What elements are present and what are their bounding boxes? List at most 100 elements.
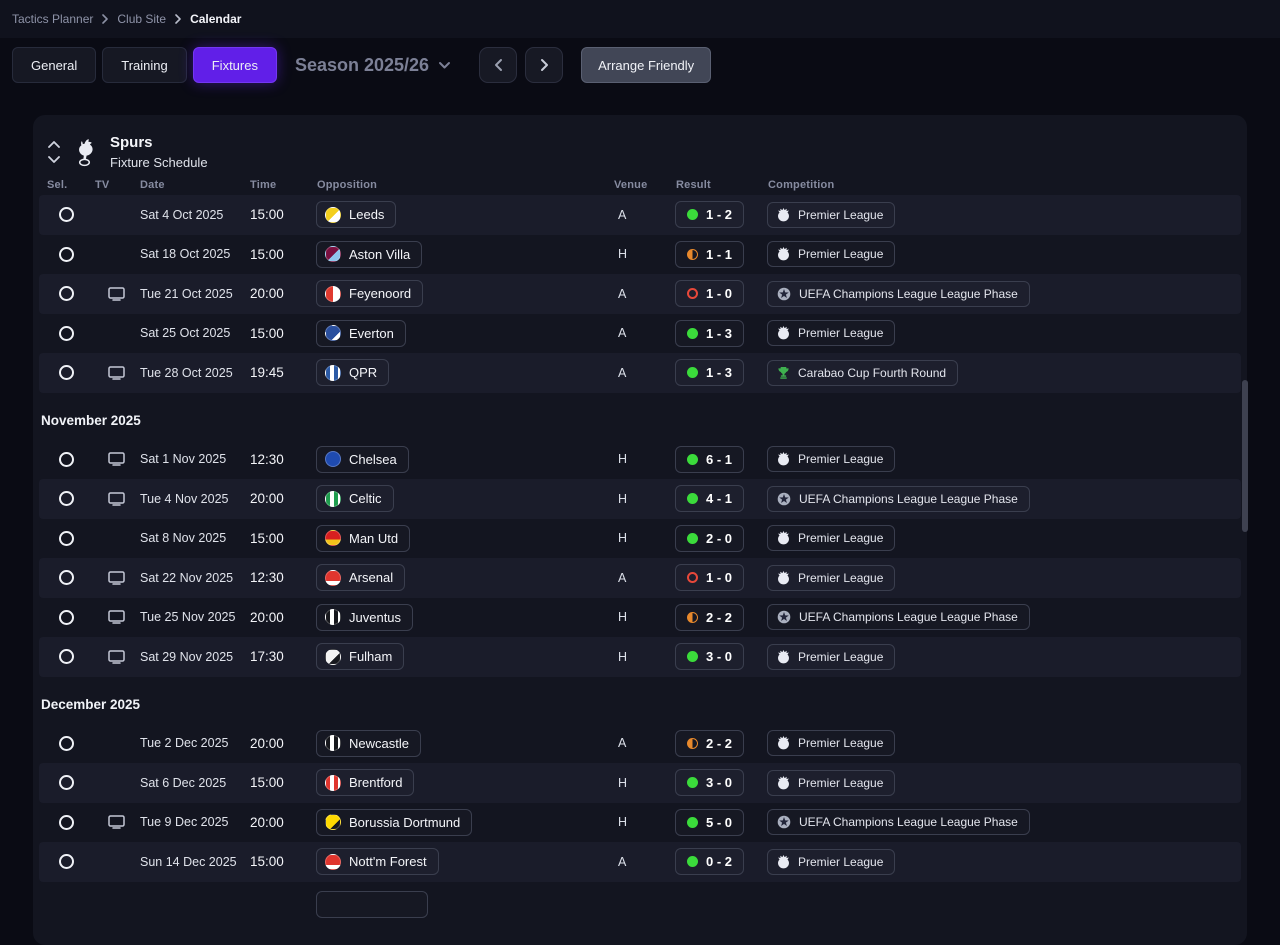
select-radio[interactable]: [59, 246, 74, 262]
collapse-down-icon[interactable]: [48, 156, 60, 163]
fixture-row[interactable]: Sun 14 Dec 2025 15:00 Nott'm Forest A 0 …: [39, 842, 1241, 882]
result-indicator: [687, 777, 698, 789]
opposition-pill[interactable]: Brentford: [316, 769, 415, 797]
select-radio[interactable]: [59, 609, 74, 625]
competition-pill[interactable]: Premier League: [767, 730, 896, 757]
result-pill[interactable]: 1 - 0: [675, 564, 745, 592]
opposition-label: Borussia Dortmund: [349, 814, 461, 830]
fixture-row[interactable]: Tue 4 Nov 2025 20:00 Celtic H 4 - 1 UEFA…: [39, 479, 1241, 519]
select-radio[interactable]: [59, 286, 74, 302]
fixture-row[interactable]: Sat 25 Oct 2025 15:00 Everton A 1 - 3 Pr…: [39, 314, 1241, 354]
fixture-row[interactable]: Sat 22 Nov 2025 12:30 Arsenal A 1 - 0 Pr…: [39, 558, 1241, 598]
select-radio[interactable]: [59, 854, 74, 870]
fixture-row[interactable]: Tue 25 Nov 2025 20:00 Juventus H 2 - 2 U…: [39, 598, 1241, 638]
fixture-row[interactable]: Sat 29 Nov 2025 17:30 Fulham H 3 - 0 Pre…: [39, 637, 1241, 677]
opposition-pill[interactable]: Nott'm Forest: [316, 848, 439, 876]
competition-pill[interactable]: Premier League: [767, 446, 896, 473]
select-radio[interactable]: [59, 814, 74, 830]
result-pill[interactable]: 2 - 2: [675, 729, 745, 757]
fixture-row[interactable]: Tue 21 Oct 2025 20:00 Feyenoord A 1 - 0 …: [39, 274, 1241, 314]
result-pill[interactable]: 2 - 2: [675, 603, 745, 631]
next-button[interactable]: [525, 47, 564, 83]
tab-general[interactable]: General: [12, 47, 97, 83]
breadcrumb-item-club-site[interactable]: Club Site: [117, 12, 166, 26]
result-indicator: [687, 816, 698, 828]
opposition-pill[interactable]: Man Utd: [316, 524, 411, 552]
fixture-row[interactable]: Sat 8 Nov 2025 15:00 Man Utd H 2 - 0 Pre…: [39, 519, 1241, 559]
result-pill[interactable]: 1 - 0: [675, 280, 745, 308]
season-selector[interactable]: Season 2025/26: [295, 55, 451, 76]
opposition-pill[interactable]: Newcastle: [316, 729, 421, 757]
result-pill[interactable]: 5 - 0: [675, 808, 745, 836]
competition-pill[interactable]: Premier League: [767, 769, 896, 796]
competition-pill[interactable]: Premier League: [767, 848, 896, 875]
select-radio[interactable]: [59, 649, 74, 665]
opposition-pill[interactable]: QPR: [316, 359, 390, 387]
opposition-pill[interactable]: Arsenal: [316, 564, 406, 592]
result-pill[interactable]: 6 - 1: [675, 445, 745, 473]
competition-pill[interactable]: UEFA Champions League League Phase: [767, 604, 1030, 631]
opposition-pill[interactable]: Fulham: [316, 643, 405, 671]
select-radio[interactable]: [59, 735, 74, 751]
opposition-pill[interactable]: Chelsea: [316, 445, 409, 473]
opposition-pill[interactable]: Everton: [316, 319, 406, 347]
tab-fixtures[interactable]: Fixtures: [192, 47, 277, 83]
collapse-up-icon[interactable]: [48, 141, 60, 148]
opposition-pill[interactable]: Celtic: [316, 485, 394, 513]
competition-pill[interactable]: UEFA Champions League League Phase: [767, 485, 1030, 512]
fixture-time: 12:30: [250, 451, 284, 467]
competition-pill[interactable]: Premier League: [767, 320, 896, 347]
select-radio[interactable]: [59, 530, 74, 546]
competition-pill[interactable]: Premier League: [767, 643, 896, 670]
competition-pill[interactable]: Premier League: [767, 241, 896, 268]
opposition-pill[interactable]: Aston Villa: [316, 240, 423, 268]
opposition-pill[interactable]: Juventus: [316, 603, 414, 631]
result-pill[interactable]: 1 - 3: [675, 319, 745, 347]
select-radio[interactable]: [59, 570, 74, 586]
fixture-date: Sat 8 Nov 2025: [140, 531, 227, 546]
result-pill[interactable]: 1 - 2: [675, 201, 745, 229]
breadcrumb-item-tactics-planner[interactable]: Tactics Planner: [12, 12, 93, 26]
scrollbar-thumb[interactable]: [1242, 380, 1248, 532]
fixture-row[interactable]: Sat 18 Oct 2025 15:00 Aston Villa H 1 - …: [39, 235, 1241, 275]
previous-button[interactable]: [479, 47, 518, 83]
opposition-pill[interactable]: Feyenoord: [316, 280, 424, 308]
select-radio[interactable]: [59, 325, 74, 341]
fixture-row[interactable]: Tue 2 Dec 2025 20:00 Newcastle A 2 - 2 P…: [39, 724, 1241, 764]
competition-pill[interactable]: UEFA Champions League League Phase: [767, 809, 1030, 836]
fixture-row[interactable]: Sat 1 Nov 2025 12:30 Chelsea H 6 - 1 Pre…: [39, 440, 1241, 480]
result-pill[interactable]: 3 - 0: [675, 643, 745, 671]
arrange-friendly-button[interactable]: Arrange Friendly: [581, 47, 712, 83]
result-pill[interactable]: 4 - 1: [675, 485, 745, 513]
tv-icon: [108, 650, 125, 664]
fixture-row[interactable]: Sat 4 Oct 2025 15:00 Leeds A 1 - 2 Premi…: [39, 195, 1241, 235]
result-pill[interactable]: 1 - 1: [675, 240, 745, 268]
partial-next-row: [39, 882, 1241, 922]
competition-pill[interactable]: Premier League: [767, 564, 896, 591]
opposition-label: QPR: [349, 365, 378, 381]
competition-pill[interactable]: Premier League: [767, 201, 896, 228]
select-radio[interactable]: [59, 451, 74, 467]
result-pill[interactable]: 2 - 0: [675, 524, 745, 552]
fixture-row[interactable]: Tue 9 Dec 2025 20:00 Borussia Dortmund H…: [39, 803, 1241, 843]
champions-league-icon: [777, 492, 791, 506]
opposition-pill[interactable]: Leeds: [316, 201, 397, 229]
select-radio[interactable]: [59, 775, 74, 791]
tab-training[interactable]: Training: [102, 47, 187, 83]
premier-league-icon: [777, 736, 790, 750]
select-radio[interactable]: [59, 491, 74, 507]
select-radio[interactable]: [59, 207, 74, 223]
select-radio[interactable]: [59, 365, 74, 381]
month-header: November 2025: [33, 393, 1247, 440]
result-pill[interactable]: 3 - 0: [675, 769, 745, 797]
fixture-row[interactable]: Sat 6 Dec 2025 15:00 Brentford H 3 - 0 P…: [39, 763, 1241, 803]
team-crest-icon: [325, 246, 341, 263]
competition-pill[interactable]: UEFA Champions League League Phase: [767, 280, 1030, 307]
result-pill[interactable]: 1 - 3: [675, 359, 745, 387]
opposition-pill[interactable]: Borussia Dortmund: [316, 808, 473, 836]
fixture-date: Tue 9 Dec 2025: [140, 815, 229, 830]
competition-pill[interactable]: Carabao Cup Fourth Round: [767, 359, 959, 386]
result-pill[interactable]: 0 - 2: [675, 848, 745, 876]
fixture-row[interactable]: Tue 28 Oct 2025 19:45 QPR A 1 - 3 Caraba…: [39, 353, 1241, 393]
competition-pill[interactable]: Premier League: [767, 525, 896, 552]
